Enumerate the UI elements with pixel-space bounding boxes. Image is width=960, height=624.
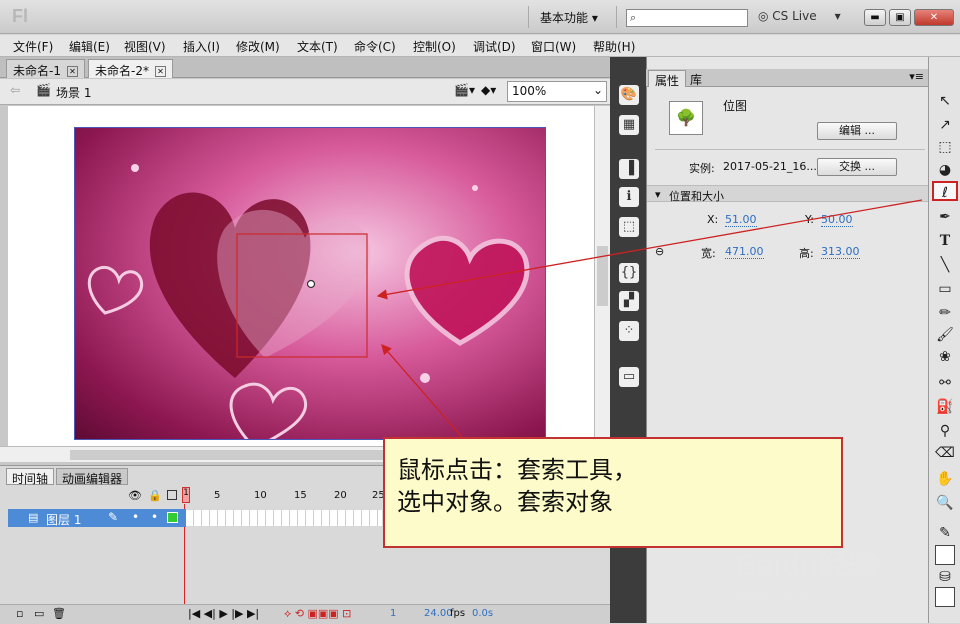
annotation-callout: 鼠标点击：套索工具， 选中对象。套索对象 — [383, 437, 843, 548]
callout-line-2: 选中对象。套索对象 — [397, 488, 613, 516]
watermark-url: jingyan.baidu.com — [735, 584, 848, 600]
baidu-watermark: Baidu经验 jingyan.baidu.com — [735, 540, 878, 600]
callout-line-1: 鼠标点击：套索工具， — [397, 456, 637, 484]
watermark-brand: Baidu经验 — [735, 549, 879, 582]
